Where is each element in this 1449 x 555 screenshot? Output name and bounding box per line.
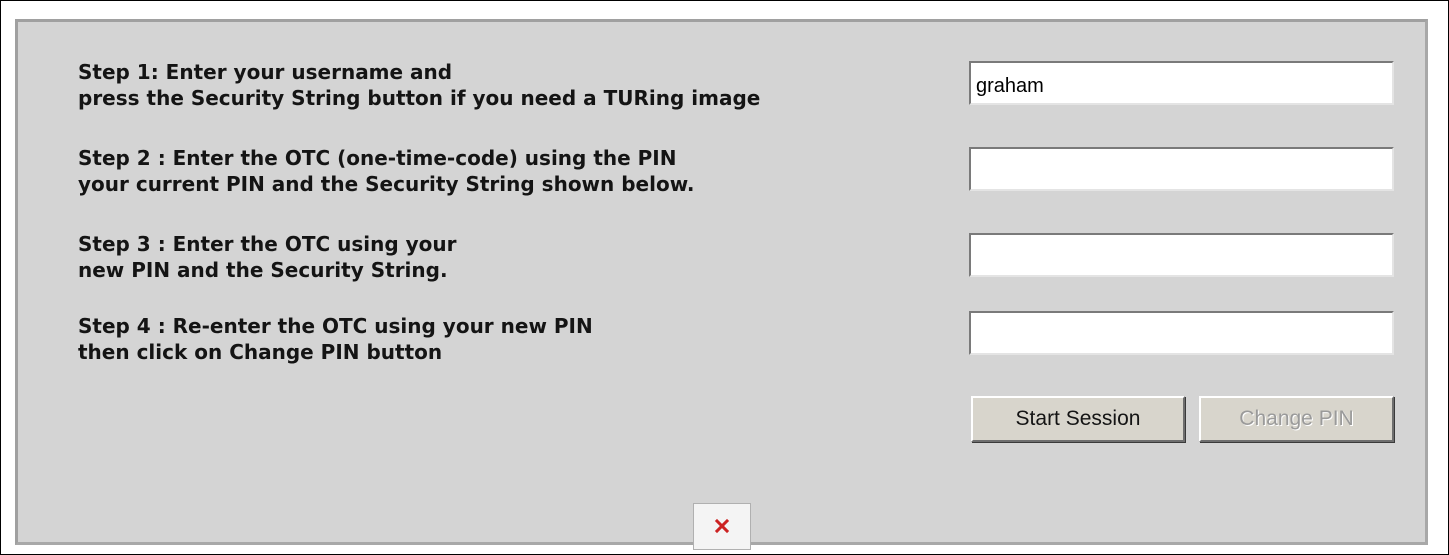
username-input[interactable]: [969, 61, 1394, 105]
step-2-line-2: your current PIN and the Security String…: [78, 172, 695, 196]
step-4-instructions: Step 4 : Re-enter the OTC using your new…: [78, 313, 593, 365]
otc-current-pin-input[interactable]: [969, 147, 1394, 191]
step-3-line-1: Step 3 : Enter the OTC using your: [78, 232, 457, 256]
step-1-line-2: press the Security String button if you …: [78, 86, 761, 110]
page: Step 1: Enter your username and press th…: [0, 0, 1449, 555]
security-string-image: [693, 503, 751, 550]
start-session-button[interactable]: Start Session: [971, 396, 1185, 442]
step-4-line-2: then click on Change PIN button: [78, 340, 443, 364]
step-4-line-1: Step 4 : Re-enter the OTC using your new…: [78, 314, 593, 338]
step-2-line-1: Step 2 : Enter the OTC (one-time-code) u…: [78, 146, 677, 170]
step-1-instructions: Step 1: Enter your username and press th…: [78, 59, 760, 111]
broken-image-icon: [714, 518, 730, 534]
step-2-instructions: Step 2 : Enter the OTC (one-time-code) u…: [78, 145, 695, 197]
otc-reenter-pin-input[interactable]: [969, 311, 1394, 355]
step-1-line-1: Step 1: Enter your username and: [78, 60, 453, 84]
step-3-line-2: new PIN and the Security String.: [78, 258, 448, 282]
change-pin-button[interactable]: Change PIN: [1199, 396, 1394, 442]
step-3-instructions: Step 3 : Enter the OTC using your new PI…: [78, 231, 457, 283]
otc-new-pin-input[interactable]: [969, 233, 1394, 277]
